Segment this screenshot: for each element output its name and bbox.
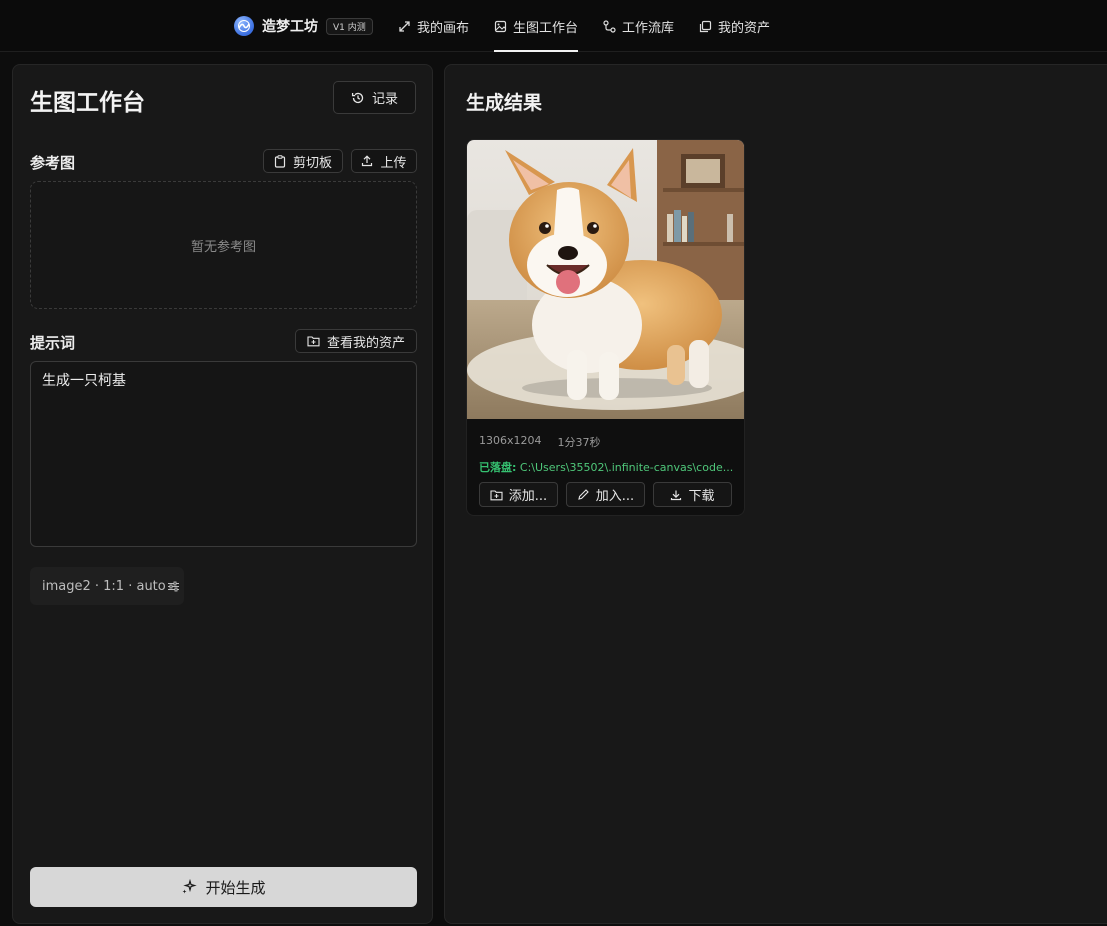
results-panel: 生成结果 1306x1204 1分37秒 已落盘: C:\Users\35502… (444, 64, 1107, 924)
download-button[interactable]: 下载 (653, 482, 732, 507)
assets-icon (699, 20, 712, 32)
sparkles-icon (182, 879, 198, 894)
upload-label: 上传 (380, 155, 407, 171)
card-actions: 添加... 加入... 下载 (479, 482, 732, 507)
brand-logo-icon (234, 16, 254, 36)
nav-label: 我的资产 (718, 20, 771, 36)
add-to-assets-button[interactable]: 添加... (479, 482, 558, 507)
image-icon (494, 20, 507, 32)
add-label: 添加... (508, 489, 548, 504)
brand-name: 造梦工坊 (262, 19, 318, 35)
clipboard-label: 剪切板 (292, 155, 332, 171)
history-button[interactable]: 记录 (333, 81, 416, 114)
generation-duration: 1分37秒 (557, 436, 601, 449)
upload-icon (362, 155, 373, 167)
history-label: 记录 (371, 92, 398, 107)
saved-path[interactable]: 已落盘: C:\Users\35502\.infinite-canvas\cod… (479, 459, 737, 475)
nav-label: 生图工作台 (513, 20, 579, 36)
saved-label: 已落盘: (479, 461, 517, 474)
workbench-panel: 生图工作台 记录 参考图 剪切板 上传 暂无参考图 提示词 查看我的资产 生成一… (12, 64, 433, 924)
version-badge: V1 内测 (326, 17, 373, 35)
nav-image-workbench[interactable]: 生图工作台 (494, 0, 579, 52)
nav-label: 工作流库 (622, 20, 675, 36)
upload-button[interactable]: 上传 (351, 149, 417, 173)
result-card: 1306x1204 1分37秒 已落盘: C:\Users\35502\.inf… (466, 139, 745, 516)
pencil-icon (578, 489, 589, 500)
nav-label: 我的画布 (417, 20, 470, 36)
nav-my-assets[interactable]: 我的资产 (699, 0, 770, 52)
folder-plus-icon (307, 336, 320, 347)
nav-my-canvas[interactable]: 我的画布 (398, 0, 469, 52)
prompt-title: 提示词 (30, 334, 76, 352)
results-title: 生成结果 (466, 92, 543, 114)
params-chip[interactable]: image2 · 1:1 · auto (30, 567, 184, 605)
view-assets-button[interactable]: 查看我的资产 (295, 329, 417, 353)
history-icon (351, 92, 364, 103)
image-dimensions: 1306x1204 (479, 434, 542, 447)
reference-dropzone[interactable]: 暂无参考图 (30, 181, 417, 309)
clipboard-button[interactable]: 剪切板 (263, 149, 343, 173)
prompt-value: 生成一只柯基 (42, 373, 126, 389)
prompt-textarea[interactable]: 生成一只柯基 (30, 361, 417, 547)
saved-path-value: C:\Users\35502\.infinite-canvas\code... (519, 461, 734, 474)
expand-icon (399, 20, 410, 32)
workflow-icon (603, 19, 616, 33)
sliders-icon (167, 581, 179, 591)
clipboard-icon (274, 154, 286, 168)
workbench-title: 生图工作台 (30, 90, 145, 116)
add-to-canvas-button[interactable]: 加入... (566, 482, 645, 507)
folder-plus-icon (490, 489, 503, 500)
generated-image[interactable] (467, 140, 745, 419)
download-icon (671, 490, 682, 500)
top-bar: 造梦工坊 V1 内测 我的画布 生图工作台 工作流库 我的资产 (0, 0, 1107, 52)
join-label: 加入... (595, 489, 635, 504)
reference-title: 参考图 (30, 154, 76, 172)
nav-workflow-library[interactable]: 工作流库 (603, 0, 674, 52)
generate-label: 开始生成 (205, 878, 266, 897)
brand[interactable]: 造梦工坊 V1 内测 (234, 15, 373, 37)
params-text: image2 · 1:1 · auto (42, 578, 166, 594)
download-label: 下载 (688, 489, 715, 504)
view-assets-label: 查看我的资产 (326, 335, 405, 351)
generate-button[interactable]: 开始生成 (30, 867, 417, 907)
reference-empty-text: 暂无参考图 (190, 239, 256, 255)
image-meta: 1306x1204 1分37秒 (479, 434, 601, 450)
